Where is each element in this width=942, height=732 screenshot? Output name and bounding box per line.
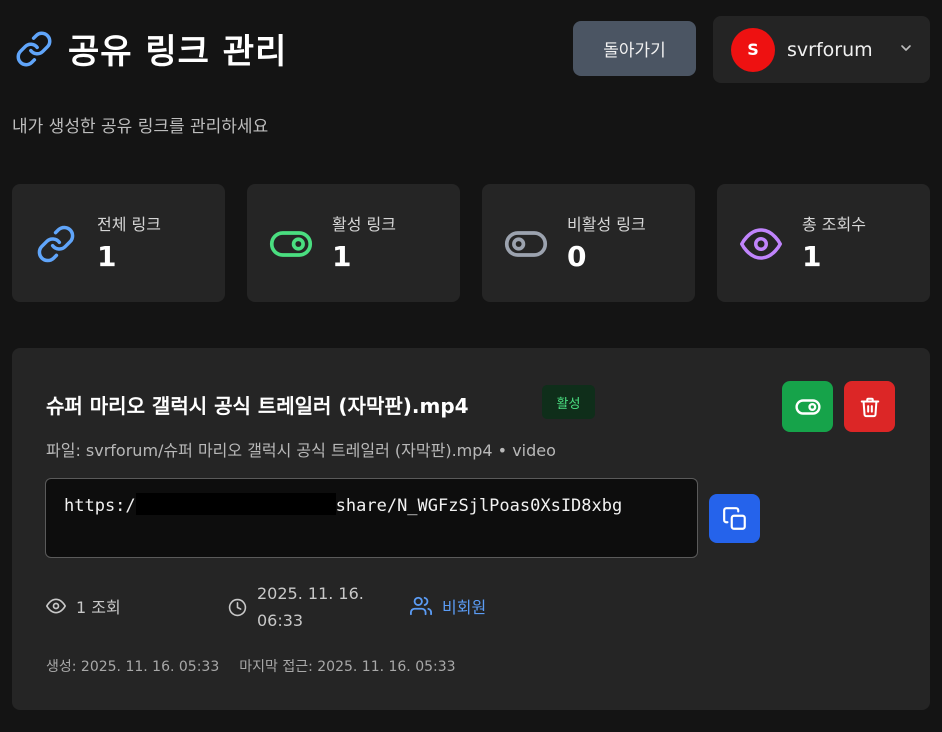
user-name: svrforum — [787, 38, 873, 61]
redacted-segment — [135, 493, 336, 515]
stat-label: 활성 링크 — [332, 215, 396, 234]
stat-card-active: 활성 링크 1 — [247, 184, 460, 302]
expiry-date-line: 2025. 11. 16. — [257, 584, 364, 603]
stats-row: 전체 링크 1 활성 링크 1 비활성 링크 0 총 조회수 1 — [12, 184, 930, 302]
url-suffix: share/N_WGFzSjlPoas0XsID8xbg — [335, 496, 623, 516]
stat-value: 1 — [97, 240, 117, 273]
copy-icon — [722, 506, 748, 532]
chevron-down-icon — [898, 40, 914, 56]
stat-value: 1 — [802, 240, 822, 273]
toggle-active-button[interactable] — [782, 381, 833, 432]
link-title: 슈퍼 마리오 갤럭시 공식 트레일러 (자막판).mp4 — [46, 394, 469, 418]
link-timestamps: 생성: 2025. 11. 16. 05:33 마지막 접근: 2025. 11.… — [46, 656, 456, 676]
stat-card-inactive: 비활성 링크 0 — [482, 184, 695, 302]
clock-icon — [228, 598, 247, 617]
trash-icon — [859, 396, 881, 418]
stat-label: 비활성 링크 — [567, 215, 646, 234]
link-icon — [12, 27, 56, 71]
link-icon — [34, 222, 78, 266]
stat-card-views: 총 조회수 1 — [717, 184, 930, 302]
eye-icon — [739, 222, 783, 266]
stat-label: 전체 링크 — [97, 215, 161, 234]
avatar: S — [731, 27, 775, 72]
last-accessed-at: 마지막 접근: 2025. 11. 16. 05:33 — [239, 659, 456, 675]
stat-value: 1 — [332, 240, 352, 273]
expiry-date: 2025. 11. 16. 06:33 — [228, 580, 364, 634]
link-meta: 1 조회 2025. 11. 16. 06:33 비회원 — [12, 580, 930, 640]
delete-button[interactable] — [844, 381, 895, 432]
toggle-off-icon — [504, 222, 548, 266]
url-prefix: https:/ — [64, 496, 136, 516]
users-icon — [410, 595, 432, 617]
share-links-page: 공유 링크 관리 돌아가기 S svrforum 내가 생성한 공유 링크를 관… — [0, 0, 942, 732]
toggle-on-icon — [794, 394, 821, 420]
view-count: 1 조회 — [46, 594, 121, 618]
page-subtitle: 내가 생성한 공유 링크를 관리하세요 — [12, 117, 269, 137]
access-type: 비회원 — [410, 594, 486, 618]
share-url-field[interactable]: https:/ share/N_WGFzSjlPoas0XsID8xbg — [45, 478, 698, 558]
copy-button[interactable] — [709, 494, 760, 543]
view-count-text: 1 조회 — [76, 598, 121, 617]
created-at: 생성: 2025. 11. 16. 05:33 — [46, 659, 220, 675]
page-title: 공유 링크 관리 — [68, 32, 288, 72]
stat-value: 0 — [567, 240, 587, 273]
file-info: 파일: svrforum/슈퍼 마리오 갤럭시 공식 트레일러 (자막판).mp… — [46, 441, 556, 460]
status-badge: 활성 — [542, 385, 595, 419]
access-type-text: 비회원 — [442, 598, 487, 617]
user-menu[interactable]: S svrforum — [713, 16, 930, 83]
header: 공유 링크 관리 돌아가기 S svrforum — [12, 16, 930, 83]
eye-icon — [46, 596, 66, 616]
title-wrap: 공유 링크 관리 — [12, 24, 287, 73]
stat-card-total: 전체 링크 1 — [12, 184, 225, 302]
share-link-card: 슈퍼 마리오 갤럭시 공식 트레일러 (자막판).mp4 활성 파일: svrf… — [12, 348, 930, 710]
expiry-time-line: 06:33 — [257, 611, 304, 630]
stat-label: 총 조회수 — [802, 215, 866, 234]
toggle-on-icon — [269, 222, 313, 266]
back-button[interactable]: 돌아가기 — [573, 21, 696, 76]
